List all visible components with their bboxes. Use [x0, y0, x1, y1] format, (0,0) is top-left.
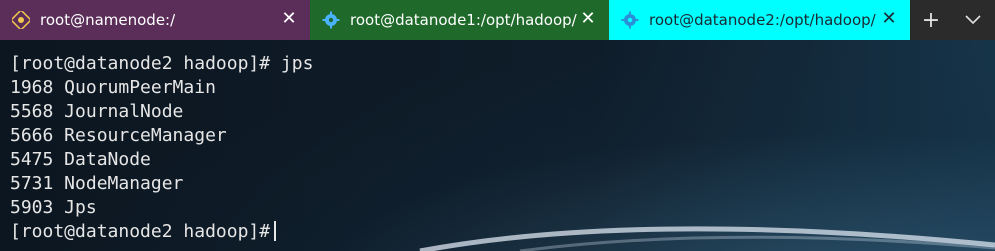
- close-icon[interactable]: ✕: [280, 10, 298, 28]
- terminal-line: 5903 Jps: [10, 197, 97, 218]
- terminal-line: 5731 NodeManager: [10, 173, 184, 194]
- tab-bar: root@namenode:/ ✕ root@datanode1:/opt/ha…: [0, 0, 995, 40]
- gear-icon: [621, 11, 639, 29]
- new-tab-button[interactable]: +: [910, 0, 952, 40]
- text-cursor: [274, 221, 277, 241]
- terminal-line: 1968 QuorumPeerMain: [10, 77, 216, 98]
- terminal-line: [root@datanode2 hadoop]# jps: [10, 53, 314, 74]
- terminal-line: 5666 ResourceManager: [10, 125, 227, 146]
- terminal-pane[interactable]: [root@datanode2 hadoop]# jps 1968 Quorum…: [0, 40, 995, 251]
- close-icon[interactable]: ✕: [579, 10, 597, 28]
- tab-label: root@datanode2:/opt/hadoop/: [649, 11, 876, 29]
- linux-penguin-icon: [12, 11, 30, 29]
- tab-label: root@datanode1:/opt/hadoop/: [350, 11, 577, 29]
- tab-datanode2[interactable]: root@datanode2:/opt/hadoop/ ✕: [609, 0, 910, 40]
- terminal-prompt-line[interactable]: [root@datanode2 hadoop]#: [10, 220, 313, 244]
- tab-datanode1[interactable]: root@datanode1:/opt/hadoop/ ✕: [310, 0, 609, 40]
- gear-icon: [322, 11, 340, 29]
- terminal-line: 5568 JournalNode: [10, 101, 184, 122]
- tab-label: root@namenode:/: [40, 11, 176, 29]
- chevron-down-icon[interactable]: [952, 0, 994, 40]
- tab-namenode[interactable]: root@namenode:/ ✕: [0, 0, 310, 40]
- terminal-line: 5475 DataNode: [10, 149, 151, 170]
- close-icon[interactable]: ✕: [880, 10, 898, 28]
- terminal-output: [root@datanode2 hadoop]# jps 1968 Quorum…: [10, 52, 313, 244]
- terminal-prompt: [root@datanode2 hadoop]#: [10, 221, 271, 242]
